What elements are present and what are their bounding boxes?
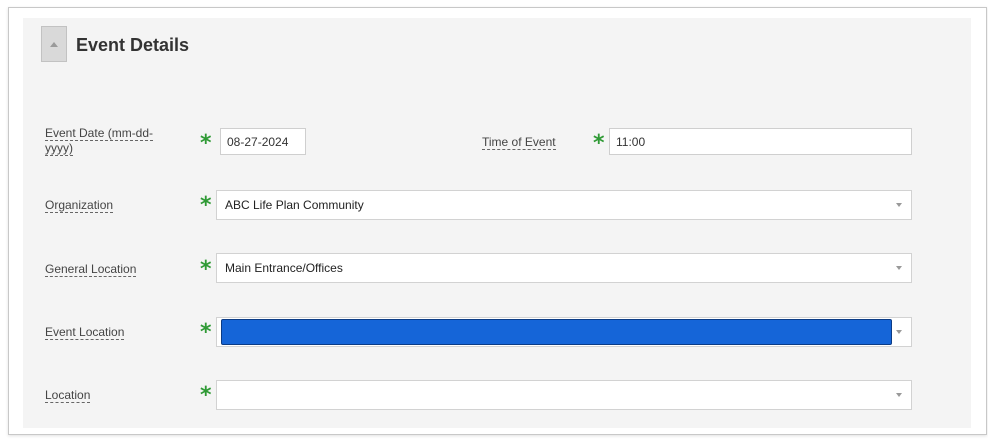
general-location-select[interactable]: Main Entrance/Offices (216, 253, 912, 283)
chevron-up-icon (50, 42, 58, 47)
required-marker: * (593, 131, 605, 156)
event-details-section (23, 18, 971, 428)
required-marker: * (200, 320, 212, 345)
general-location-label: General Location (45, 262, 137, 277)
general-location-select-value: Main Entrance/Offices (225, 261, 343, 275)
time-of-event-input[interactable]: 11:00 (609, 128, 912, 155)
chevron-down-icon (895, 391, 903, 399)
required-marker: * (200, 383, 212, 408)
event-date-input[interactable]: 08-27-2024 (220, 128, 306, 155)
required-marker: * (200, 193, 212, 218)
required-marker: * (200, 131, 212, 156)
section-title: Event Details (76, 35, 190, 55)
event-date-label: Event Date (mm-dd-yyyy) (45, 126, 154, 156)
time-of-event-label: Time of Event (482, 135, 556, 150)
event-location-label: Event Location (45, 325, 125, 340)
event-location-focus-highlight[interactable] (221, 319, 892, 345)
collapse-section-button[interactable] (41, 26, 67, 62)
organization-select[interactable]: ABC Life Plan Community (216, 190, 912, 220)
organization-label: Organization (45, 198, 114, 213)
chevron-down-icon (895, 201, 903, 209)
required-marker: * (200, 257, 212, 282)
chevron-down-icon (895, 328, 903, 336)
location-select[interactable] (216, 380, 912, 410)
location-label: Location (45, 388, 91, 403)
organization-select-value: ABC Life Plan Community (225, 198, 364, 212)
chevron-down-icon (895, 264, 903, 272)
